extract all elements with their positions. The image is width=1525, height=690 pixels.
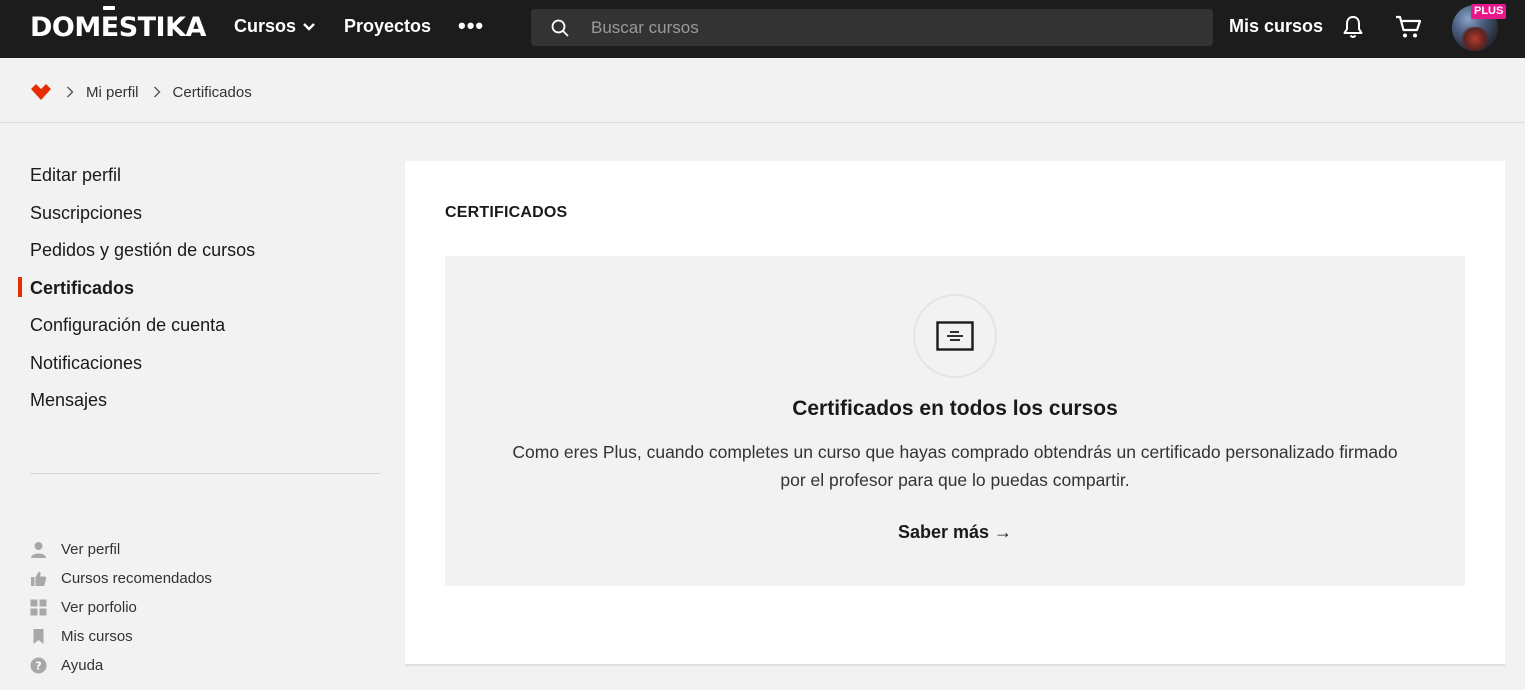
nav-proyectos-label: Proyectos (344, 16, 432, 36)
help-icon: ? (30, 657, 47, 674)
sidebar-item-editar-perfil[interactable]: Editar perfil (30, 162, 255, 200)
certificate-icon (936, 321, 974, 351)
thumbs-up-icon (31, 571, 47, 586)
plus-badge: PLUS (1471, 4, 1507, 19)
page-title: CERTIFICADOS (445, 204, 568, 221)
search-bar (531, 9, 1213, 46)
domestika-logo[interactable]: DOM ESTIKA (30, 6, 206, 43)
svg-text:?: ? (35, 660, 41, 673)
header-divider (0, 122, 1525, 123)
breadcrumb-mi-perfil[interactable]: Mi perfil (86, 84, 139, 101)
nav-cursos[interactable]: Cursos (234, 16, 316, 37)
chevron-right-icon (153, 86, 161, 98)
search-input[interactable] (591, 9, 1191, 46)
cart-icon[interactable] (1395, 14, 1423, 40)
certificates-card: CERTIFICADOS Certificados en todos los c… (405, 161, 1505, 666)
mis-cursos-link[interactable]: Mis cursos (1229, 16, 1323, 37)
sidebar-link-mis-cursos[interactable]: Mis cursos (30, 622, 212, 651)
chevron-right-icon (67, 86, 74, 98)
domestika-home-icon[interactable] (30, 83, 52, 101)
nav-cursos-label: Cursos (234, 16, 297, 36)
sidebar-link-label: Mis cursos (61, 628, 133, 645)
user-icon (31, 542, 46, 558)
sidebar-link-label: Ver porfolio (61, 599, 137, 616)
sidebar-item-certificados[interactable]: Certificados (17, 275, 255, 313)
plus-certificates-promo: Certificados en todos los cursos Como er… (445, 256, 1465, 586)
nav-proyectos[interactable]: Proyectos (344, 16, 431, 37)
more-menu-button[interactable]: ••• (458, 13, 484, 39)
search-icon (551, 19, 569, 37)
sidebar-link-label: Cursos recomendados (61, 570, 212, 587)
sidebar-item-configuracion[interactable]: Configuración de cuenta (30, 312, 255, 350)
certificate-icon-wrapper (913, 294, 997, 378)
sidebar-link-ver-perfil[interactable]: Ver perfil (30, 535, 212, 564)
sidebar-link-ayuda[interactable]: ? Ayuda (30, 651, 212, 680)
sidebar-link-cursos-recomendados[interactable]: Cursos recomendados (30, 564, 212, 593)
sidebar-divider (30, 473, 380, 474)
promo-description: Como eres Plus, cuando completes un curs… (512, 442, 1398, 490)
sidebar-link-label: Ver perfil (61, 541, 121, 558)
bookmark-icon (33, 629, 44, 644)
promo-heading: Certificados en todos los cursos (792, 397, 1118, 420)
saber-mas-link[interactable]: Saber más → (445, 522, 1465, 543)
grid-icon (30, 599, 47, 616)
breadcrumb: Mi perfil Certificados (30, 80, 266, 104)
sidebar-item-mensajes[interactable]: Mensajes (30, 387, 255, 425)
breadcrumb-certificados: Certificados (172, 83, 252, 101)
sidebar-menu: Editar perfil Suscripciones Pedidos y ge… (17, 162, 255, 425)
more-dots-icon: ••• (458, 13, 485, 38)
sidebar-item-notificaciones[interactable]: Notificaciones (30, 350, 255, 388)
sidebar-link-label: Ayuda (61, 657, 104, 674)
sidebar-item-pedidos[interactable]: Pedidos y gestión de cursos (30, 237, 255, 275)
chevron-down-icon (303, 22, 315, 31)
top-navbar: DOMESTIKA Cursos Proyectos ••• Mis curso… (0, 0, 1525, 58)
sidebar-link-ver-porfolio[interactable]: Ver porfolio (30, 593, 212, 622)
sidebar-links: Ver perfil Cursos recomendados Ver porfo… (30, 535, 212, 680)
bell-icon[interactable] (1341, 14, 1365, 40)
sidebar-item-suscripciones[interactable]: Suscripciones (30, 200, 255, 238)
